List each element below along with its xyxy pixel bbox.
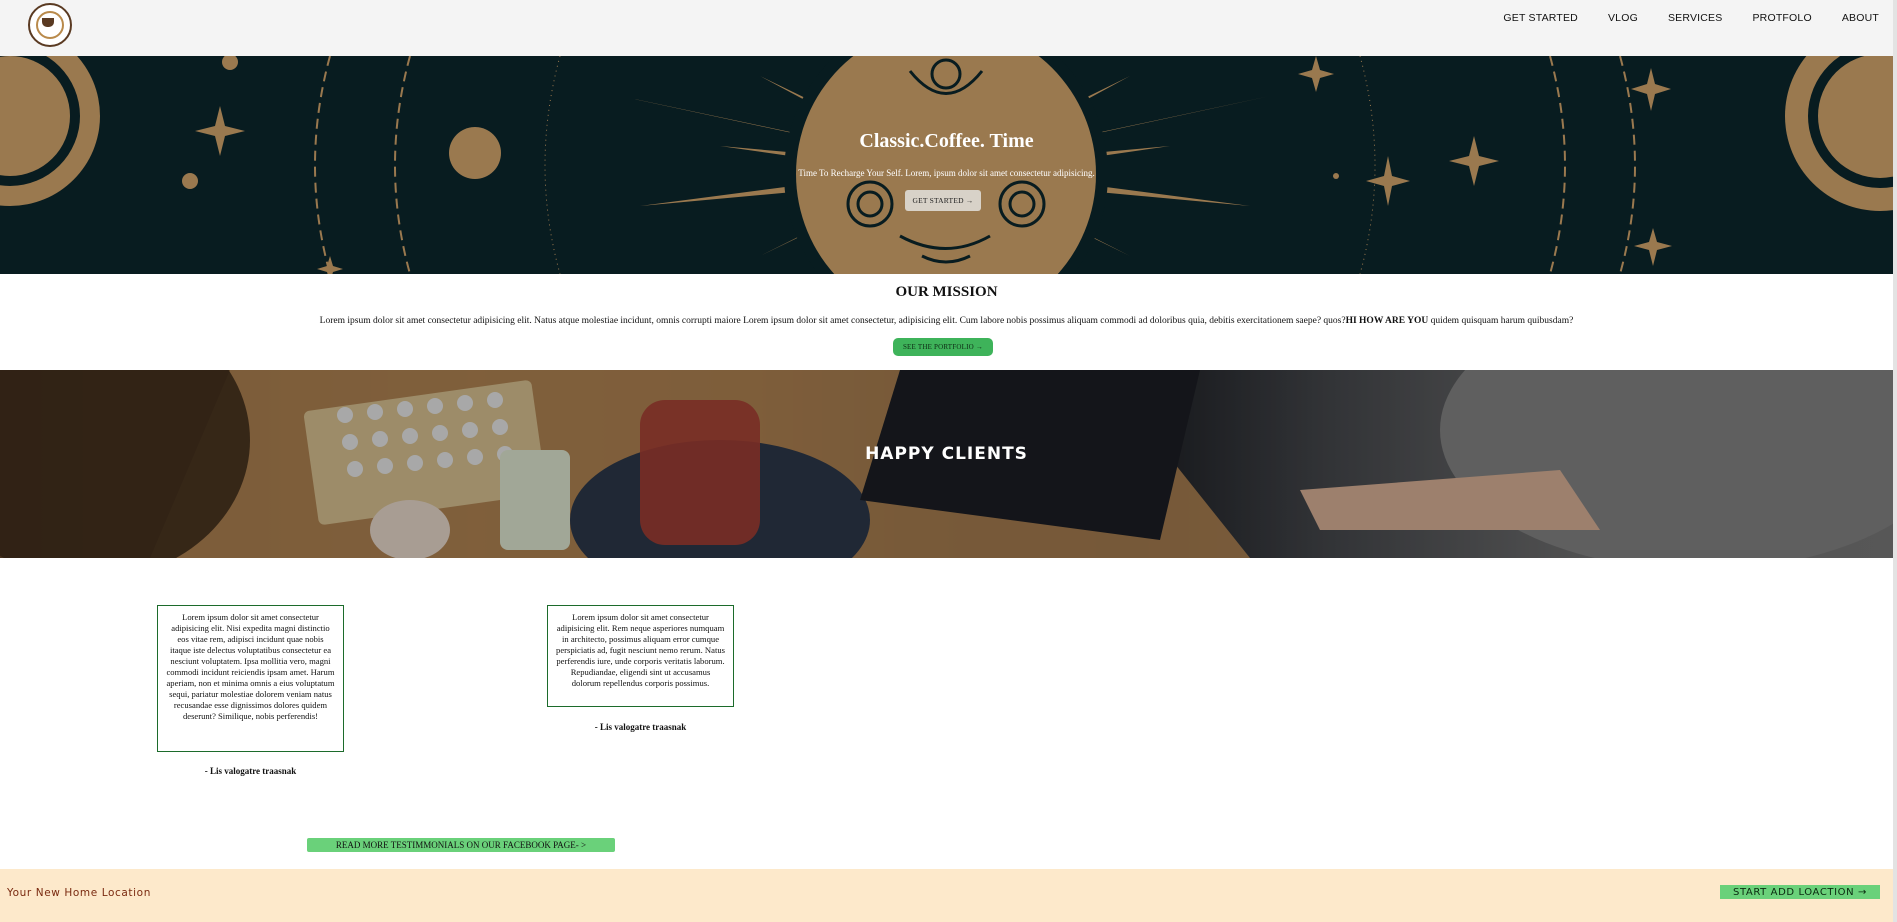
nav-services[interactable]: SERVICES — [1668, 12, 1723, 24]
mission-text: Lorem ipsum dolor sit amet consectetur a… — [0, 316, 1893, 326]
testimonial-card: Lorem ipsum dolor sit amet consectetur a… — [547, 605, 734, 707]
hero-title: Classic.Coffee. Time — [859, 130, 1034, 152]
coffee-logo-icon[interactable] — [28, 3, 72, 47]
scrollbar[interactable] — [1893, 0, 1897, 922]
nav-get-started[interactable]: GET STARTED — [1503, 12, 1578, 24]
coffee-cup-icon — [42, 18, 54, 27]
top-nav: GET STARTED VLOG SERVICES PROTFOLO ABOUT — [0, 0, 1897, 56]
sun-illustration — [0, 56, 1893, 274]
nav-links: GET STARTED VLOG SERVICES PROTFOLO ABOUT — [1473, 0, 1879, 36]
mission-text-start: Lorem ipsum dolor sit amet consectetur a… — [319, 316, 1346, 326]
get-started-button[interactable]: GET STARTED → — [905, 190, 981, 211]
nav-about[interactable]: ABOUT — [1842, 12, 1879, 24]
happy-clients-title: HAPPY CLIENTS — [865, 444, 1028, 464]
mission-title: OUR MISSION — [895, 284, 998, 300]
nav-vlog[interactable]: VLOG — [1608, 12, 1638, 24]
mission-text-bold: HI HOW ARE YOU — [1345, 316, 1429, 326]
nav-portfolio[interactable]: PROTFOLO — [1752, 12, 1811, 24]
testimonial-author: - Lis valogatre traasnak — [594, 722, 687, 732]
testimonial-author: - Lis valogatre traasnak — [204, 766, 297, 776]
testimonial-card: Lorem ipsum dolor sit amet consectetur a… — [157, 605, 344, 752]
footer: Your New Home Location START ADD LOACTIO… — [0, 869, 1893, 922]
hero-subtitle: Time To Recharge Your Self. Lorem, ipsum… — [798, 168, 1095, 178]
hero-banner: Classic.Coffee. Time Time To Recharge Yo… — [0, 56, 1893, 274]
clients-photo — [0, 370, 1893, 558]
footer-location-text: Your New Home Location — [7, 887, 151, 899]
facebook-testimonials-button[interactable]: READ MORE TESTIMMONIALS ON OUR FACEBOOK … — [307, 838, 615, 852]
start-add-location-button[interactable]: START ADD LOACTION → — [1720, 885, 1880, 899]
happy-clients-banner: HAPPY CLIENTS — [0, 370, 1893, 558]
mission-text-end: quidem quisquam harum quibusdam? — [1428, 316, 1574, 326]
see-portfolio-button[interactable]: SEE THE PORTFOLIO → — [893, 338, 993, 356]
